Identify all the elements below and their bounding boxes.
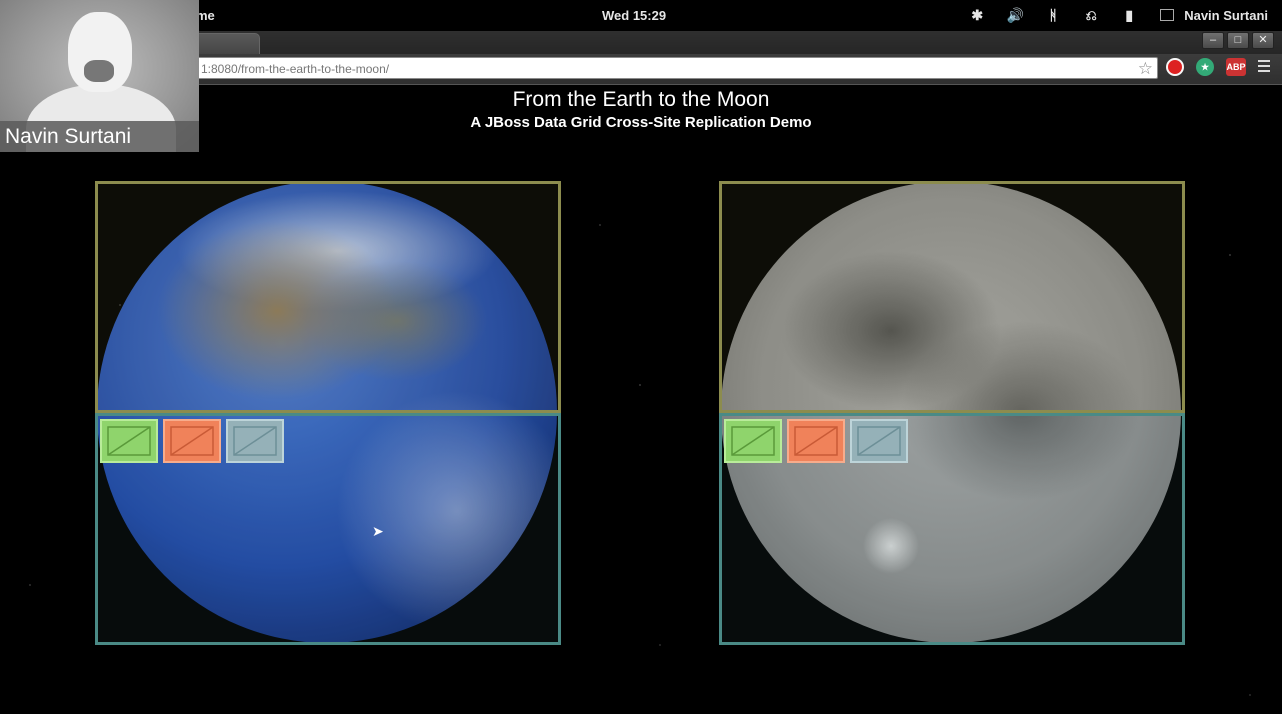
moon-node-orange[interactable] bbox=[787, 419, 845, 463]
extension-red-icon[interactable] bbox=[1166, 58, 1184, 76]
mouse-cursor-icon: ➤ bbox=[372, 523, 384, 539]
user-menu[interactable]: Navin Surtani bbox=[1184, 8, 1268, 23]
earth-node-orange[interactable] bbox=[163, 419, 221, 463]
battery-icon[interactable]: ▮ bbox=[1120, 6, 1138, 24]
earth-top-region bbox=[95, 181, 561, 413]
earth-node-green[interactable] bbox=[100, 419, 158, 463]
moon-node-list bbox=[724, 419, 913, 463]
webcam-name-label: Navin Surtani bbox=[0, 121, 199, 152]
bluetooth-icon[interactable]: ᚻ bbox=[1044, 6, 1062, 24]
minimize-button[interactable]: – bbox=[1202, 32, 1224, 49]
earth-node-blue[interactable] bbox=[226, 419, 284, 463]
system-tray: ✱ 🔊 ᚻ ⎌ ▮ Navin Surtani bbox=[948, 6, 1268, 24]
browser-menu-icon[interactable] bbox=[1258, 60, 1270, 75]
user-icon bbox=[1160, 9, 1175, 21]
url-text: 1:8080/from-the-earth-to-the-moon/ bbox=[201, 62, 390, 76]
maximize-button[interactable]: □ bbox=[1227, 32, 1249, 49]
moon-site bbox=[719, 181, 1185, 645]
moon-node-green[interactable] bbox=[724, 419, 782, 463]
webcam-overlay: Navin Surtani bbox=[0, 0, 199, 152]
accessibility-icon[interactable]: ✱ bbox=[968, 6, 986, 24]
page-content: From the Earth to the Moon A JBoss Data … bbox=[0, 85, 1282, 714]
moon-node-blue[interactable] bbox=[850, 419, 908, 463]
earth-site bbox=[95, 181, 561, 645]
network-icon[interactable]: ⎌ bbox=[1082, 6, 1100, 24]
window-controls: – □ ✕ bbox=[1199, 32, 1274, 49]
moon-top-region bbox=[719, 181, 1185, 413]
presenter-face bbox=[84, 60, 114, 82]
address-bar[interactable]: 1:8080/from-the-earth-to-the-moon/ ☆ bbox=[190, 57, 1158, 79]
volume-icon[interactable]: 🔊 bbox=[1006, 6, 1024, 24]
adblock-icon[interactable]: ABP bbox=[1226, 58, 1246, 76]
clock[interactable]: Wed 15:29 bbox=[602, 8, 666, 23]
extension-green-icon[interactable]: ★ bbox=[1196, 58, 1214, 76]
close-button[interactable]: ✕ bbox=[1252, 32, 1274, 49]
bookmark-star-icon[interactable]: ☆ bbox=[1138, 58, 1153, 80]
earth-node-list bbox=[100, 419, 289, 463]
